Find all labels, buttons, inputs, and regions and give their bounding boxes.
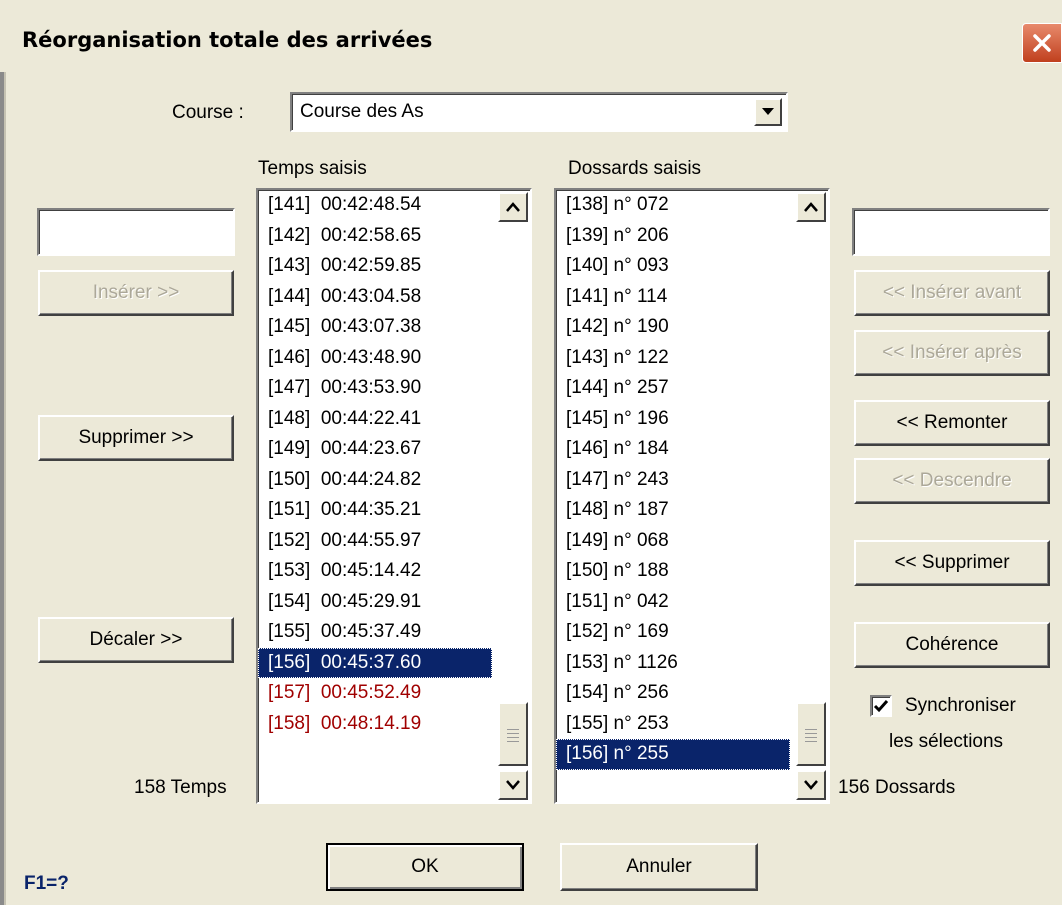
time-list-item[interactable]: [141] 00:42:48.54 (258, 190, 492, 221)
bib-list-item[interactable]: [153] n° 1126 (556, 648, 790, 679)
chevron-up-icon (506, 202, 520, 212)
sync-selection-checkbox[interactable] (870, 695, 892, 717)
bib-list-item[interactable]: [155] n° 253 (556, 709, 790, 740)
bib-list-item[interactable]: [145] n° 196 (556, 404, 790, 435)
bibs-list: [138] n° 072 [139] n° 206 [140] n° 093 [141… (556, 190, 790, 770)
bibs-scrollbar[interactable] (796, 192, 826, 800)
window-title: Réorganisation totale des arrivées (22, 28, 433, 52)
course-dropdown[interactable]: Course des As (290, 92, 788, 132)
window-frame-left (0, 72, 6, 905)
bib-list-item[interactable]: [140] n° 093 (556, 251, 790, 282)
insert-before-button[interactable]: << Insérer avant (854, 270, 1050, 316)
time-list-item[interactable]: [143] 00:42:59.85 (258, 251, 492, 282)
time-list-item[interactable]: [154] 00:45:29.91 (258, 587, 492, 618)
ok-button[interactable]: OK (326, 843, 524, 891)
sync-label-line2: les sélections (889, 731, 1004, 752)
bibs-scroll-up-button[interactable] (796, 192, 826, 222)
times-listbox[interactable]: [141] 00:42:48.54 [142] 00:42:58.65 [143] … (256, 188, 532, 804)
close-button[interactable] (1022, 23, 1062, 63)
bib-list-item[interactable]: [141] n° 114 (556, 282, 790, 313)
bib-list-item[interactable]: [154] n° 256 (556, 678, 790, 709)
bib-list-item[interactable]: [150] n° 188 (556, 556, 790, 587)
time-list-item[interactable]: [148] 00:44:22.41 (258, 404, 492, 435)
bibs-header: Dossards saisis (568, 158, 702, 179)
move-up-button[interactable]: << Remonter (854, 400, 1050, 446)
bib-input[interactable] (852, 208, 1050, 256)
insert-after-button[interactable]: << Insérer après (854, 330, 1050, 376)
time-list-item[interactable]: [152] 00:44:55.97 (258, 526, 492, 557)
chevron-down-icon (506, 780, 520, 790)
bib-list-item[interactable]: [146] n° 184 (556, 434, 790, 465)
bibs-scroll-down-button[interactable] (796, 770, 826, 800)
chevron-up-icon (804, 202, 818, 212)
bib-list-item[interactable]: [148] n° 187 (556, 495, 790, 526)
times-scrollbar[interactable] (498, 192, 528, 800)
bib-list-item[interactable]: [147] n° 243 (556, 465, 790, 496)
shift-time-button[interactable]: Décaler >> (38, 617, 234, 663)
cancel-button[interactable]: Annuler (560, 843, 758, 891)
dropdown-arrow-button[interactable] (754, 98, 782, 126)
coherence-button[interactable]: Cohérence (854, 622, 1050, 668)
bib-list-item[interactable]: [142] n° 190 (556, 312, 790, 343)
bib-list-item[interactable]: [138] n° 072 (556, 190, 790, 221)
bib-list-item[interactable]: [139] n° 206 (556, 221, 790, 252)
bib-list-item[interactable]: [149] n° 068 (556, 526, 790, 557)
time-list-item[interactable]: [153] 00:45:14.42 (258, 556, 492, 587)
close-icon (1033, 34, 1051, 52)
times-scroll-up-button[interactable] (498, 192, 528, 222)
chevron-down-icon (804, 780, 818, 790)
delete-bib-button[interactable]: << Supprimer (854, 540, 1050, 586)
bib-list-item[interactable]: [151] n° 042 (556, 587, 790, 618)
bibs-count: 156 Dossards (838, 777, 956, 798)
bib-list-item[interactable]: [156] n° 255 (556, 739, 790, 770)
time-list-item[interactable]: [142] 00:42:58.65 (258, 221, 492, 252)
time-list-item[interactable]: [155] 00:45:37.49 (258, 617, 492, 648)
course-label: Course : (172, 102, 244, 123)
time-list-item[interactable]: [146] 00:43:48.90 (258, 343, 492, 374)
times-count: 158 Temps (134, 777, 227, 798)
move-down-button[interactable]: << Descendre (854, 458, 1050, 504)
times-list: [141] 00:42:48.54 [142] 00:42:58.65 [143] … (258, 190, 492, 739)
bib-list-item[interactable]: [152] n° 169 (556, 617, 790, 648)
insert-time-button[interactable]: Insérer >> (38, 270, 234, 316)
times-header: Temps saisis (258, 158, 367, 179)
times-scroll-thumb[interactable] (498, 702, 528, 766)
time-list-item[interactable]: [157] 00:45:52.49 (258, 678, 492, 709)
bibs-listbox[interactable]: [138] n° 072 [139] n° 206 [140] n° 093 [141… (554, 188, 830, 804)
chevron-down-icon (762, 108, 774, 115)
time-list-item[interactable]: [158] 00:48:14.19 (258, 709, 492, 740)
title-bar: Réorganisation totale des arrivées (0, 0, 1062, 72)
times-scroll-down-button[interactable] (498, 770, 528, 800)
time-list-item[interactable]: [145] 00:43:07.38 (258, 312, 492, 343)
sync-label-line1: Synchroniser (905, 695, 1016, 716)
time-list-item[interactable]: [149] 00:44:23.67 (258, 434, 492, 465)
time-input[interactable] (37, 208, 235, 256)
course-selected-value: Course des As (300, 101, 424, 122)
delete-time-button[interactable]: Supprimer >> (38, 415, 234, 461)
time-list-item[interactable]: [150] 00:44:24.82 (258, 465, 492, 496)
bib-list-item[interactable]: [144] n° 257 (556, 373, 790, 404)
help-hint: F1=? (24, 873, 69, 894)
time-list-item[interactable]: [144] 00:43:04.58 (258, 282, 492, 313)
bib-list-item[interactable]: [143] n° 122 (556, 343, 790, 374)
time-list-item[interactable]: [151] 00:44:35.21 (258, 495, 492, 526)
time-list-item[interactable]: [147] 00:43:53.90 (258, 373, 492, 404)
checkmark-icon (873, 700, 889, 713)
bibs-scroll-thumb[interactable] (796, 702, 826, 766)
time-list-item[interactable]: [156] 00:45:37.60 (258, 647, 492, 678)
